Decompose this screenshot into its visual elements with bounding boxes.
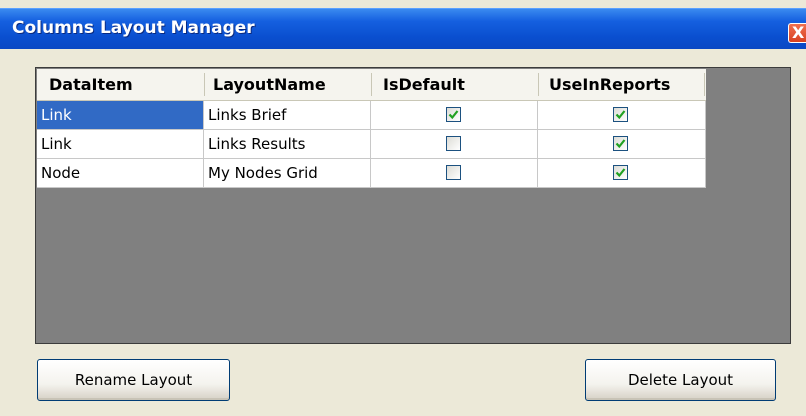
column-divider[interactable] xyxy=(371,73,372,96)
column-divider[interactable] xyxy=(204,73,205,96)
is-default-checkbox[interactable] xyxy=(446,165,461,180)
column-header-dataitem[interactable]: DataItem xyxy=(49,69,199,100)
use-in-reports-checkbox[interactable] xyxy=(613,136,628,151)
cell-use-in-reports xyxy=(538,101,706,130)
use-in-reports-checkbox[interactable] xyxy=(613,107,628,122)
cell-use-in-reports xyxy=(538,159,706,188)
cell-data-item[interactable]: Link xyxy=(37,130,204,159)
cell-data-item[interactable]: Link xyxy=(37,101,204,130)
column-header-useinreports[interactable]: UseInReports xyxy=(549,69,699,100)
column-divider[interactable] xyxy=(704,73,705,96)
cell-is-default xyxy=(371,159,538,188)
cell-is-default xyxy=(371,101,538,130)
grid-header-row: DataItem LayoutName IsDefault UseInRepor… xyxy=(37,69,706,101)
cell-is-default xyxy=(371,130,538,159)
close-button[interactable]: X xyxy=(788,23,806,43)
is-default-checkbox[interactable] xyxy=(446,107,461,122)
checkmark-icon xyxy=(448,110,459,120)
checkmark-icon xyxy=(615,168,626,178)
checkmark-icon xyxy=(615,139,626,149)
rename-layout-button[interactable]: Rename Layout xyxy=(37,359,230,401)
layouts-grid[interactable]: DataItem LayoutName IsDefault UseInRepor… xyxy=(35,67,791,344)
table-row[interactable]: Link Links Results xyxy=(37,130,706,159)
table-row[interactable]: Link Links Brief xyxy=(37,101,706,130)
is-default-checkbox[interactable] xyxy=(446,136,461,151)
column-header-isdefault[interactable]: IsDefault xyxy=(383,69,533,100)
cell-data-item[interactable]: Node xyxy=(37,159,204,188)
checkmark-icon xyxy=(615,110,626,120)
delete-layout-button[interactable]: Delete Layout xyxy=(585,359,776,401)
window-title: Columns Layout Manager xyxy=(12,18,255,38)
table-row[interactable]: Node My Nodes Grid xyxy=(37,159,706,188)
title-bar[interactable]: Columns Layout Manager X xyxy=(0,8,806,49)
close-icon: X xyxy=(792,23,805,42)
column-header-layoutname[interactable]: LayoutName xyxy=(213,69,363,100)
cell-layout-name[interactable]: Links Results xyxy=(204,130,371,159)
cell-layout-name[interactable]: Links Brief xyxy=(204,101,371,130)
cell-layout-name[interactable]: My Nodes Grid xyxy=(204,159,371,188)
use-in-reports-checkbox[interactable] xyxy=(613,165,628,180)
column-divider[interactable] xyxy=(538,73,539,96)
cell-use-in-reports xyxy=(538,130,706,159)
columns-layout-manager-window: Columns Layout Manager X DataItem Layout… xyxy=(0,0,806,416)
